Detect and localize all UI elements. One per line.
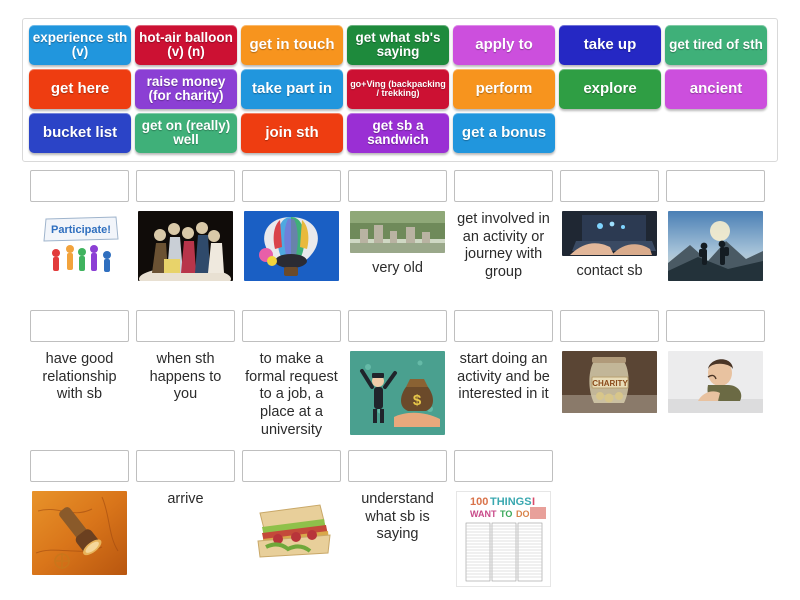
answer-definition-text: start doing an activity and be intereste… [457,351,550,403]
drop-zone[interactable] [454,310,553,342]
answer-cell: to make a formal request to a job, a pla… [242,310,341,439]
answer-cell [242,450,341,587]
answer-image-caption: contact sb [576,263,643,279]
answer-definition-text: get involved in an activity or journey w… [457,211,550,281]
svg-text:I: I [532,496,535,508]
drop-zone[interactable] [242,310,341,342]
answer-cell: CHARITY [560,310,659,439]
answer-image-club-sandwich [244,491,339,563]
word-tile[interactable]: get sb a sandwich [347,113,449,153]
word-tile[interactable]: ancient [665,69,767,109]
svg-text:THINGS: THINGS [490,496,532,508]
answer-cell: have good relationship with sb [30,310,129,439]
word-tile[interactable]: take part in [241,69,343,109]
answer-cell [666,310,765,439]
match-up-activity: experience sth (v) hot-air balloon (v) (n… [0,0,800,600]
word-tile[interactable]: get here [29,69,131,109]
answer-cell: contact sb [560,170,659,282]
word-tile[interactable]: join sth [241,113,343,153]
svg-text:$: $ [413,392,422,409]
answer-definition-text: to make a formal request to a job, a pla… [245,351,338,438]
tile-row-2: get here raise money (for charity) take pa… [29,69,771,109]
answer-image-100-things-to-do-list: 100 THINGS I WANT TO DO [456,491,551,587]
word-tile[interactable]: get what sb's saying [347,25,449,65]
word-tile[interactable]: get tired of sth [665,25,767,65]
answer-definition-text: understand what sb is saying [361,491,434,543]
word-tile[interactable]: get in touch [241,25,343,65]
tile-row-1: experience sth (v) hot-air balloon (v) (n… [29,25,771,65]
answer-image-tired-bored-woman [668,351,763,413]
drop-zone[interactable] [30,450,129,482]
answer-cell [136,170,235,282]
answer-cell: $ [348,310,447,439]
answer-image-ancient-ruins-landscape [350,211,445,253]
tile-slot-empty [665,113,767,153]
drop-zone[interactable] [348,450,447,482]
answer-image-participate-people-banner: Participate! [32,211,127,281]
word-tile[interactable]: perform [453,69,555,109]
tile-row-3: bucket list get on (really) well join sth g… [29,113,771,153]
drop-zone[interactable] [242,170,341,202]
answer-cell: when sth happens to you [136,310,235,439]
drop-zone[interactable] [30,170,129,202]
word-tile[interactable]: get on (really) well [135,113,237,153]
answer-image-man-celebrating-money-bag: $ [350,351,445,435]
answer-definition-text: when sth happens to you [149,351,222,403]
answer-image-theatre-performance-actors [138,211,233,281]
tile-slot-empty [559,113,661,153]
answer-cell: start doing an activity and be intereste… [454,310,553,439]
word-tile[interactable]: take up [559,25,661,65]
word-tile[interactable]: raise money (for charity) [135,69,237,109]
answer-definition-text: arrive [167,491,204,507]
word-tile[interactable]: go+Ving (backpacking / trekking) [347,69,449,109]
svg-text:Participate!: Participate! [51,224,111,236]
svg-text:TO: TO [500,509,512,519]
answer-cell: very old [348,170,447,282]
answer-cell: understand what sb is saying [348,450,447,587]
word-tile-bank: experience sth (v) hot-air balloon (v) (n… [22,18,778,162]
word-tile[interactable]: get a bonus [453,113,555,153]
drop-zone[interactable] [454,170,553,202]
drop-zone[interactable] [136,310,235,342]
answer-image-hot-air-balloon-sky [244,211,339,281]
word-tile[interactable]: apply to [453,25,555,65]
word-tile[interactable]: experience sth (v) [29,25,131,65]
svg-text:CHARITY: CHARITY [592,379,628,388]
answer-image-hands-typing-laptop [562,211,657,256]
drop-zone[interactable] [666,170,765,202]
answer-definition-text: have good relationship with sb [42,351,117,403]
drop-zone[interactable] [560,310,659,342]
svg-text:DO: DO [516,509,530,519]
answer-image-spyglass-old-map [32,491,127,575]
answer-row-2: have good relationship with sb when sth h… [30,310,780,439]
drop-zone[interactable] [242,450,341,482]
answer-cell: Participate! [30,170,129,282]
drop-zone[interactable] [560,170,659,202]
word-tile[interactable]: bucket list [29,113,131,153]
answer-cell: get involved in an activity or journey w… [454,170,553,282]
drop-zone[interactable] [30,310,129,342]
answer-cell [30,450,129,587]
answer-image-charity-coin-jar: CHARITY [562,351,657,413]
answer-row-1: Participate! very old get involved in an… [30,170,780,282]
answer-image-caption: very old [372,260,423,276]
svg-text:WANT: WANT [470,509,497,519]
answer-cell: arrive [136,450,235,587]
drop-zone[interactable] [348,310,447,342]
word-tile[interactable]: hot-air balloon (v) (n) [135,25,237,65]
answer-cell [666,170,765,282]
drop-zone[interactable] [454,450,553,482]
drop-zone[interactable] [666,310,765,342]
answer-row-3: arrive understand what sb is saying 100 … [30,450,780,587]
svg-text:100: 100 [470,496,488,508]
drop-zone[interactable] [136,450,235,482]
answer-image-hikers-backpacking-mountain [668,211,763,281]
answer-cell [242,170,341,282]
word-tile[interactable]: explore [559,69,661,109]
drop-zone[interactable] [136,170,235,202]
tile-rows: experience sth (v) hot-air balloon (v) (n… [29,25,771,153]
answer-cell: 100 THINGS I WANT TO DO [454,450,553,587]
drop-zone[interactable] [348,170,447,202]
